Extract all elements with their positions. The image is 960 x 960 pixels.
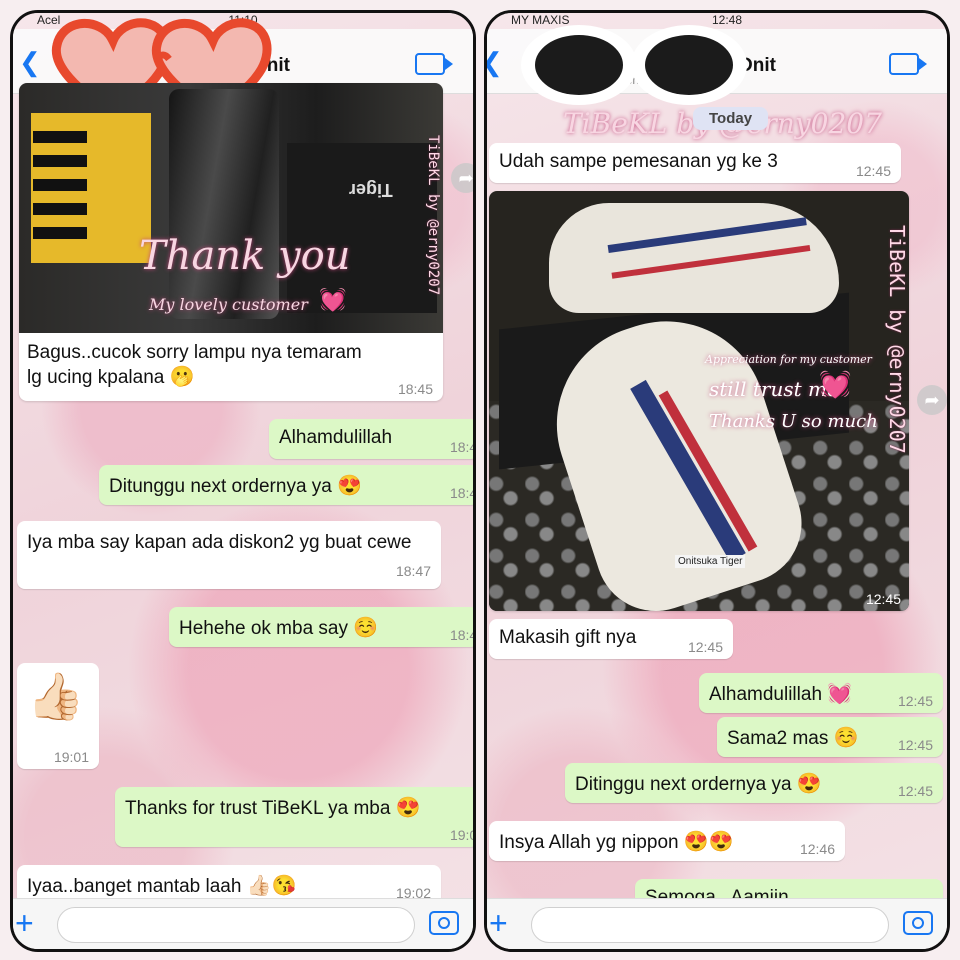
message-text: Ditunggu next ordernya ya [109, 476, 332, 497]
msg-makasih[interactable]: Makasih gift nya 12:45 [489, 619, 733, 659]
thankyou-watermark: Thank you [139, 233, 351, 279]
message-text: Thanks for trust TiBeKL ya mba [125, 798, 391, 819]
wrapped-parcel [169, 89, 279, 319]
message-text: Insya Allah yg nippon [499, 832, 679, 853]
msg-hehehe[interactable]: Hehehe ok mba say ☺️ 18:48 [169, 607, 473, 647]
back-chevron-icon[interactable]: ❮ [19, 47, 41, 78]
message-emoji: 😍 [395, 797, 421, 819]
message-time: 18:46 [449, 439, 473, 455]
msg-sama2[interactable]: Sama2 mas ☺️ 12:45 [717, 717, 943, 757]
message-emoji: 😍 [796, 773, 822, 795]
message-time: 18:47 [395, 563, 431, 579]
sunglasses-sticker [521, 25, 747, 105]
image-message[interactable]: Onitsuka Tiger Appreciation for my custo… [489, 191, 909, 611]
message-time: 12:45 [855, 163, 891, 179]
vertical-watermark: TiBeKL by @erny0207 [425, 135, 441, 296]
message-time: 12:45 [897, 693, 933, 709]
appreciation-watermark: Appreciation for my customer [705, 353, 872, 366]
message-time: 12:46 [799, 841, 835, 857]
message-time: 19:01 [53, 749, 89, 765]
caption-time: 18:45 [397, 381, 433, 397]
message-time: 18:46 [449, 485, 473, 501]
photo-time: 12:45 [865, 591, 901, 607]
right-chat-screenshot: MY MAXIS 12:48 ❮ Dnit een TiBeKL by @ern… [484, 10, 950, 952]
thanks-watermark: Thanks U so much [709, 411, 878, 432]
message-text: Iyaa..banget mantab laah [27, 876, 242, 897]
message-time: 18:48 [449, 627, 473, 643]
msg-alhamdulillah[interactable]: Alhamdulillah 18:46 [269, 419, 473, 459]
message-emoji: 💓 [827, 683, 853, 705]
share-icon[interactable]: ➦ [917, 385, 947, 415]
message-input[interactable] [531, 907, 889, 943]
message-text: Sama2 mas [727, 728, 829, 749]
msg-thumbs-up[interactable]: 👍🏻 19:01 [17, 663, 99, 769]
message-text: Alhamdulillah [709, 684, 823, 705]
customer-watermark: My lovely customer [149, 295, 308, 314]
left-chat-screenshot: Acel 11:10 ❮ Dnit Tiger Thank you My lov… [10, 10, 476, 952]
message-emoji: 😍 [337, 475, 363, 497]
message-emoji: ☺️ [353, 617, 379, 639]
plus-icon[interactable]: + [489, 905, 508, 942]
message-text: Hehehe ok mba say [179, 618, 348, 639]
message-text: Alhamdulillah [279, 427, 393, 448]
message-composer: + [13, 898, 473, 949]
msg-thanks-trust[interactable]: Thanks for trust TiBeKL ya mba 😍 19:02 [115, 787, 473, 847]
message-text: Iya mba say kapan ada diskon2 yg buat ce… [27, 532, 412, 553]
image-caption: Bagus..cucok sorry lampu nya temaram lg … [27, 341, 363, 390]
msg-ditunggu[interactable]: Ditunggu next ordernya ya 😍 18:46 [99, 465, 473, 505]
message-time: 12:45 [897, 783, 933, 799]
video-call-icon[interactable] [889, 53, 927, 75]
message-emoji: 😍😍 [683, 831, 734, 853]
msg-ditinggu[interactable]: Ditinggu next ordernya ya 😍 12:45 [565, 763, 943, 803]
message-text: Makasih gift nya [499, 627, 637, 648]
message-emoji: 👍🏻😘 [246, 875, 297, 897]
box-brand-label: Tiger [349, 180, 393, 200]
message-text: Ditinggu next ordernya ya [575, 774, 792, 795]
plus-icon[interactable]: + [15, 905, 34, 942]
black-stripes [33, 119, 87, 239]
msg-insya-allah[interactable]: Insya Allah yg nippon 😍😍 12:46 [489, 821, 845, 861]
black-shoebox [287, 143, 437, 313]
video-call-icon[interactable] [415, 53, 453, 75]
heart-emoji: 💓 [319, 287, 347, 312]
message-time: 19:02 [449, 827, 473, 843]
msg-alhamdulillah[interactable]: Alhamdulillah 💓 12:45 [699, 673, 943, 713]
date-pill: Today [693, 107, 769, 130]
message-time: 12:45 [687, 639, 723, 655]
thumbs-up-icon: 👍🏻 [27, 670, 85, 722]
image-message[interactable]: Tiger Thank you My lovely customer 💓 TiB… [19, 83, 443, 401]
package-photo: Tiger Thank you My lovely customer 💓 TiB… [19, 83, 443, 333]
shoe-photo: Onitsuka Tiger Appreciation for my custo… [489, 191, 909, 611]
message-text: Udah sampe pemesanan yg ke 3 [499, 151, 778, 172]
caption-emoji: 🫢 [169, 366, 195, 388]
message-time: 12:45 [897, 737, 933, 753]
message-emoji: ☺️ [833, 727, 859, 749]
camera-icon[interactable] [903, 911, 933, 935]
shoe-label: Onitsuka Tiger [675, 555, 746, 568]
share-icon[interactable]: ➦ [451, 163, 473, 193]
message-input[interactable] [57, 907, 415, 943]
vertical-watermark: TiBeKL by @erny0207 [885, 225, 909, 454]
message-composer: + [487, 898, 947, 949]
msg-iya-mba[interactable]: Iya mba say kapan ada diskon2 yg buat ce… [17, 521, 441, 589]
heart-emoji: 💓 [819, 369, 852, 399]
msg-udah-sampe[interactable]: Udah sampe pemesanan yg ke 3 12:45 [489, 143, 901, 183]
back-chevron-icon[interactable]: ❮ [487, 47, 503, 78]
camera-icon[interactable] [429, 911, 459, 935]
